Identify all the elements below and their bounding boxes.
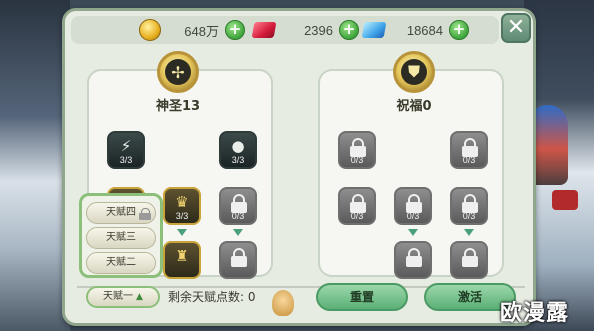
- gold-value: 648万: [184, 23, 219, 39]
- lock-icon: [231, 194, 247, 213]
- down-arrow-icon: [408, 229, 418, 236]
- background-snow-left: [0, 0, 70, 331]
- ruby-value: 2396: [304, 22, 333, 38]
- lock-icon: [231, 248, 247, 267]
- holy-emblem: ✢: [157, 51, 199, 93]
- remaining-points-label: 剩余天赋点数: 0: [168, 290, 256, 304]
- talent-page-option-3[interactable]: 天赋三: [86, 227, 156, 249]
- lock-icon: [350, 138, 366, 157]
- add-diamond-button[interactable]: +: [449, 20, 469, 40]
- triangle-up-icon: ▲: [136, 292, 143, 302]
- lock-icon: [406, 248, 422, 267]
- mascot-icon: [272, 290, 294, 316]
- talent-node[interactable]: 0/3: [338, 131, 376, 169]
- talent-page-option-4[interactable]: 天赋四: [86, 202, 156, 224]
- ruby-gem-icon: [251, 22, 277, 38]
- talent-node[interactable]: 0/3: [450, 131, 488, 169]
- ruby-resource: 2396 +: [251, 19, 359, 41]
- lock-icon: [462, 194, 478, 213]
- talent-node[interactable]: ● 3/3: [219, 131, 257, 169]
- holy-tree-title: 神圣13: [155, 99, 201, 114]
- talent-node[interactable]: ♜: [163, 241, 201, 279]
- lock-icon: [406, 194, 422, 213]
- diamond-resource: 18684 +: [361, 19, 469, 41]
- gold-coin-icon: [139, 19, 161, 41]
- close-button[interactable]: ✕: [501, 13, 531, 43]
- talent-node[interactable]: [450, 241, 488, 279]
- talent-page-dropdown: 天赋四 天赋三 天赋二: [79, 193, 163, 278]
- lock-icon: [350, 194, 366, 213]
- talent-page-option-2[interactable]: 天赋二: [86, 252, 156, 274]
- gold-resource: 648万 +: [139, 19, 245, 41]
- reset-button[interactable]: 重置: [316, 283, 408, 311]
- talent-node[interactable]: [219, 241, 257, 279]
- add-ruby-button[interactable]: +: [339, 20, 359, 40]
- talent-node[interactable]: 0/3: [219, 187, 257, 225]
- talent-node[interactable]: 0/3: [338, 187, 376, 225]
- talent-node[interactable]: [394, 241, 432, 279]
- talent-page-selector[interactable]: 天赋一 ▲: [86, 286, 160, 308]
- add-gold-button[interactable]: +: [225, 20, 245, 40]
- talent-node[interactable]: ♛ 3/3: [163, 187, 201, 225]
- down-arrow-icon: [233, 229, 243, 236]
- lock-icon: [462, 138, 478, 157]
- gold-beast-icon: ♜: [175, 247, 189, 265]
- blessing-tree-title: 祝福0: [396, 99, 432, 114]
- talent-node[interactable]: 0/3: [450, 187, 488, 225]
- down-arrow-icon: [464, 229, 474, 236]
- diamond-gem-icon: [361, 22, 387, 38]
- talent-panel: 648万 + 2396 + 18684 + ✕ ⚡ 3/3 ● 3/3 ♞: [62, 8, 536, 326]
- blessing-emblem: ⛊: [393, 51, 435, 93]
- background-flag: [552, 190, 578, 210]
- blessing-shield-icon: ⛊: [401, 59, 427, 85]
- talent-node[interactable]: 0/3: [394, 187, 432, 225]
- diamond-value: 18684: [406, 22, 443, 38]
- shield-bolt-icon: ⚡: [120, 137, 132, 155]
- shadow-figure-icon: ●: [231, 137, 245, 155]
- lock-icon: [139, 208, 151, 220]
- holy-cross-icon: ✢: [165, 59, 191, 85]
- talent-node[interactable]: ⚡ 3/3: [107, 131, 145, 169]
- winged-figure-icon: ♛: [175, 193, 189, 211]
- resource-bar: 648万 + 2396 + 18684 +: [71, 16, 499, 44]
- lock-icon: [462, 248, 478, 267]
- down-arrow-icon: [177, 229, 187, 236]
- watermark: 欧漫露: [500, 301, 570, 326]
